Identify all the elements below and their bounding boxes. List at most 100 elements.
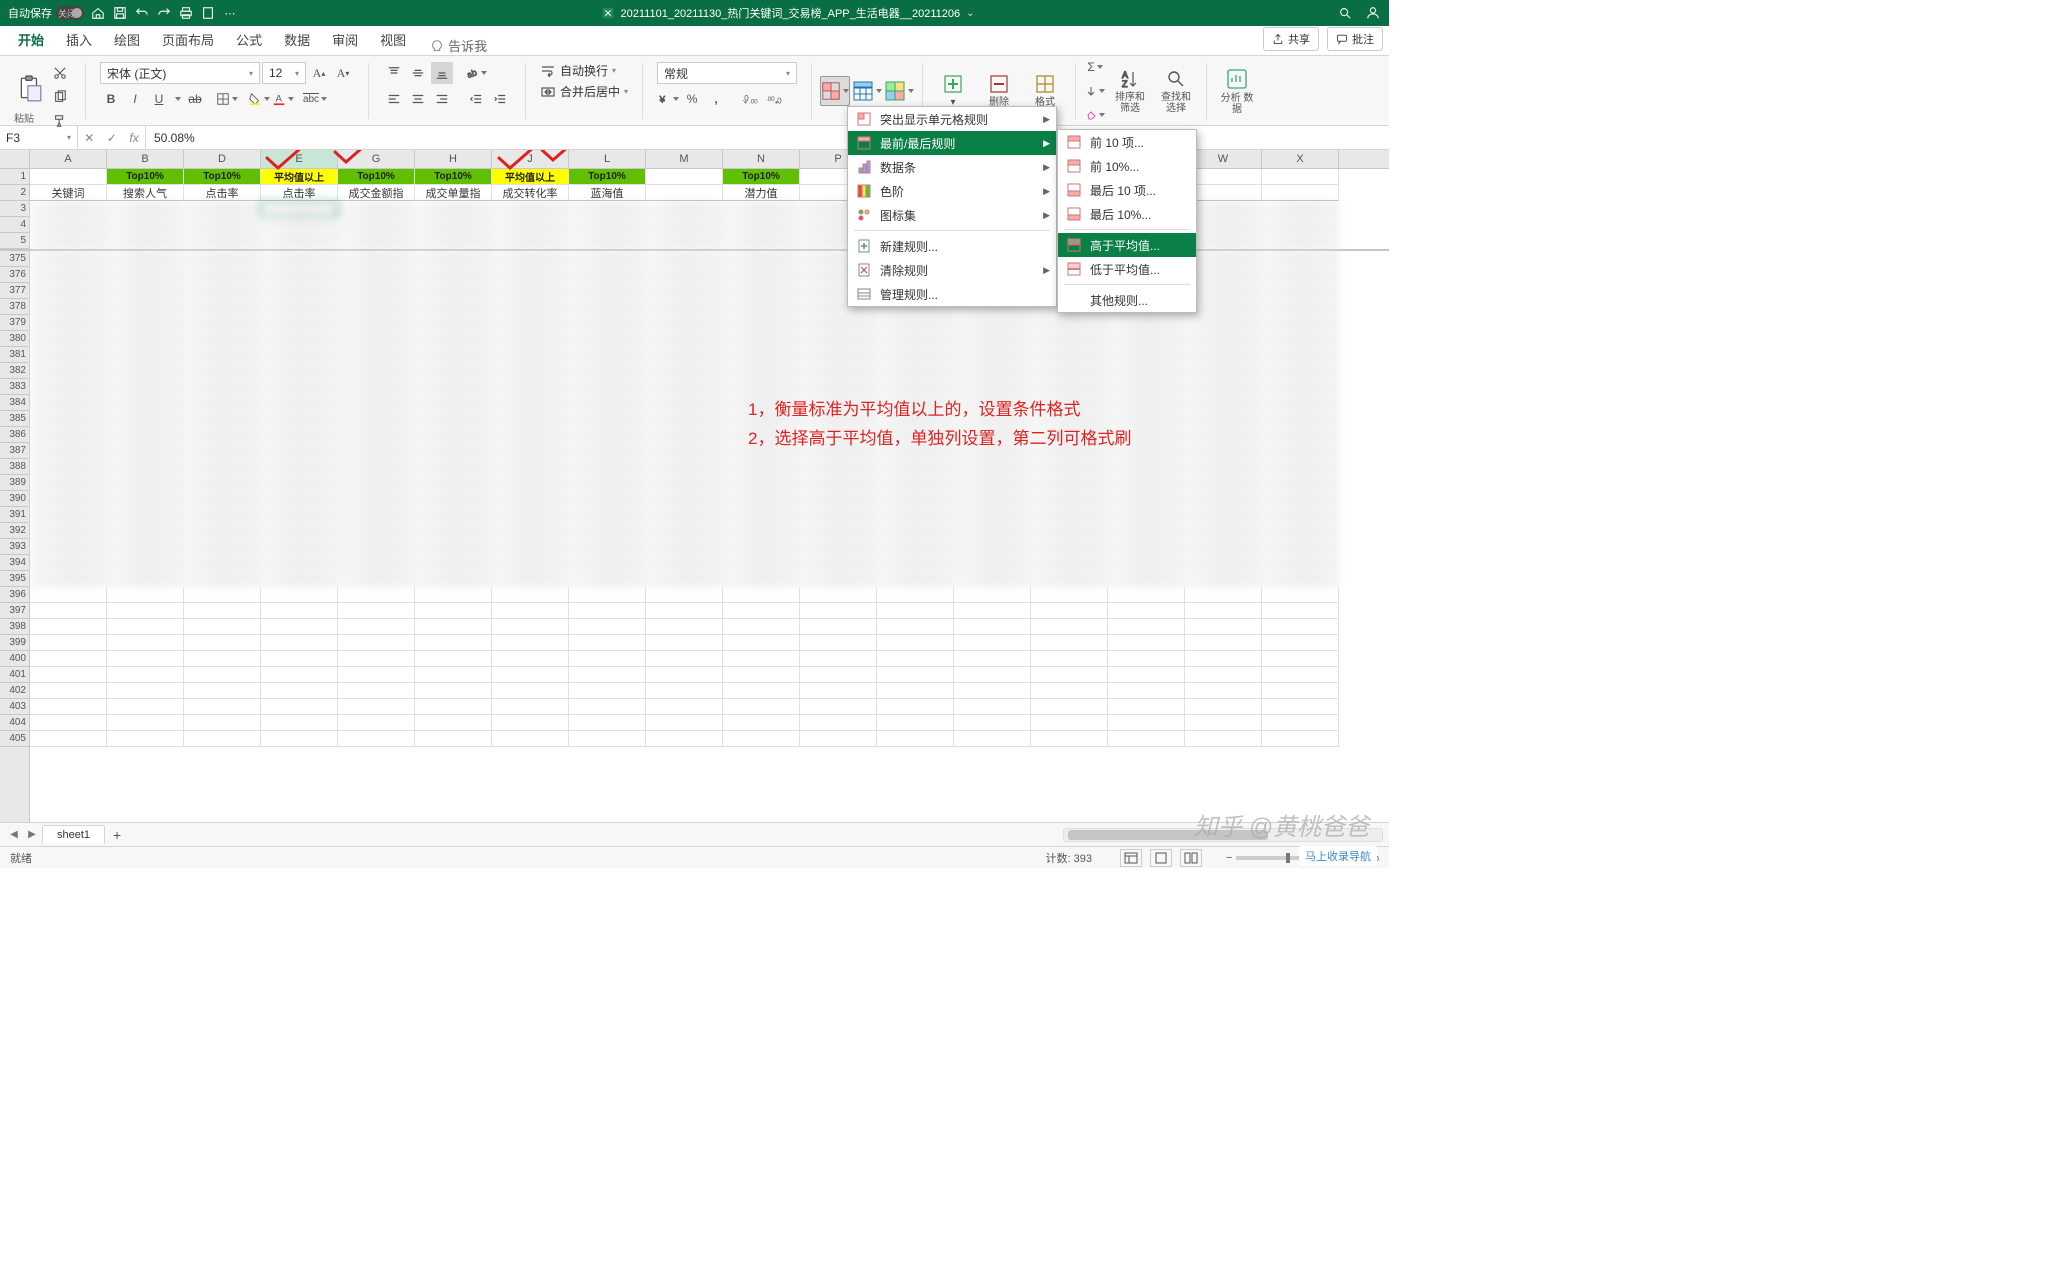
cell[interactable] bbox=[1262, 523, 1339, 539]
cell[interactable]: 潜力值 bbox=[723, 185, 800, 201]
row-header[interactable]: 2 bbox=[0, 185, 29, 201]
menu-item[interactable]: 管理规则... bbox=[848, 282, 1056, 306]
cell[interactable] bbox=[338, 251, 415, 267]
cell[interactable] bbox=[261, 251, 338, 267]
cell[interactable] bbox=[107, 411, 184, 427]
cell[interactable] bbox=[30, 507, 107, 523]
col-header[interactable]: D bbox=[184, 150, 261, 168]
comment-button[interactable]: 批注 bbox=[1327, 27, 1383, 51]
cell[interactable] bbox=[261, 347, 338, 363]
menu-item[interactable]: 图标集▶ bbox=[848, 203, 1056, 227]
cell[interactable] bbox=[1031, 731, 1108, 747]
cell[interactable] bbox=[800, 715, 877, 731]
paste-button[interactable] bbox=[14, 70, 46, 108]
cell[interactable] bbox=[261, 555, 338, 571]
cell[interactable] bbox=[646, 363, 723, 379]
cell[interactable] bbox=[954, 347, 1031, 363]
cell[interactable] bbox=[569, 715, 646, 731]
cell[interactable] bbox=[723, 299, 800, 315]
cell[interactable] bbox=[723, 651, 800, 667]
cell[interactable] bbox=[1262, 347, 1339, 363]
menu-item[interactable]: 最后 10 项... bbox=[1058, 178, 1196, 202]
cell[interactable] bbox=[954, 363, 1031, 379]
cell[interactable] bbox=[338, 619, 415, 635]
cell[interactable] bbox=[723, 731, 800, 747]
cell[interactable] bbox=[723, 347, 800, 363]
row-header[interactable]: 376 bbox=[0, 267, 29, 283]
copy-icon[interactable] bbox=[49, 86, 71, 108]
cell[interactable] bbox=[261, 491, 338, 507]
cell[interactable]: 平均值以上 bbox=[492, 169, 569, 185]
strike-icon[interactable]: ab bbox=[184, 88, 206, 110]
cell[interactable] bbox=[954, 555, 1031, 571]
cell[interactable] bbox=[1262, 619, 1339, 635]
cell[interactable] bbox=[646, 185, 723, 201]
cell[interactable]: 搜索人气 bbox=[107, 185, 184, 201]
cell[interactable] bbox=[415, 603, 492, 619]
cell[interactable] bbox=[569, 395, 646, 411]
menu-item[interactable]: 其他规则... bbox=[1058, 288, 1196, 312]
cell[interactable] bbox=[415, 555, 492, 571]
cell[interactable] bbox=[1262, 299, 1339, 315]
cell[interactable] bbox=[1262, 443, 1339, 459]
cell[interactable] bbox=[338, 731, 415, 747]
cell[interactable] bbox=[1108, 315, 1185, 331]
cell[interactable] bbox=[30, 217, 107, 233]
number-format-select[interactable]: 常规▾ bbox=[657, 62, 797, 84]
cell[interactable] bbox=[1108, 459, 1185, 475]
cell[interactable] bbox=[646, 587, 723, 603]
cell[interactable] bbox=[569, 217, 646, 233]
cell[interactable] bbox=[646, 603, 723, 619]
cell[interactable] bbox=[30, 715, 107, 731]
cell[interactable] bbox=[1031, 571, 1108, 587]
cell[interactable] bbox=[1185, 683, 1262, 699]
cell[interactable] bbox=[415, 331, 492, 347]
cell[interactable] bbox=[261, 635, 338, 651]
cell[interactable] bbox=[877, 731, 954, 747]
cell[interactable]: Top10% bbox=[107, 169, 184, 185]
fill-color-icon[interactable] bbox=[248, 88, 270, 110]
cell[interactable] bbox=[954, 539, 1031, 555]
row-header[interactable]: 386 bbox=[0, 427, 29, 443]
cell[interactable] bbox=[646, 715, 723, 731]
align-top-icon[interactable] bbox=[383, 62, 405, 84]
cell[interactable] bbox=[646, 201, 723, 217]
cell[interactable] bbox=[1262, 459, 1339, 475]
cell[interactable] bbox=[107, 395, 184, 411]
cell[interactable] bbox=[1108, 603, 1185, 619]
cell[interactable] bbox=[646, 379, 723, 395]
cell[interactable] bbox=[954, 507, 1031, 523]
cell[interactable] bbox=[261, 731, 338, 747]
row-header[interactable]: 394 bbox=[0, 555, 29, 571]
cell[interactable] bbox=[646, 555, 723, 571]
decimal-decrease-icon[interactable]: .00.0 bbox=[763, 88, 785, 110]
cell[interactable] bbox=[569, 651, 646, 667]
cell[interactable] bbox=[723, 217, 800, 233]
cell[interactable] bbox=[261, 217, 338, 233]
cell[interactable] bbox=[261, 651, 338, 667]
cell[interactable] bbox=[877, 683, 954, 699]
cell[interactable] bbox=[1262, 169, 1339, 185]
cell[interactable] bbox=[646, 475, 723, 491]
cell[interactable] bbox=[492, 267, 569, 283]
cell-styles-button[interactable] bbox=[884, 76, 914, 106]
cell[interactable] bbox=[800, 363, 877, 379]
cell[interactable] bbox=[1031, 475, 1108, 491]
cell[interactable] bbox=[492, 651, 569, 667]
col-header[interactable]: B bbox=[107, 150, 184, 168]
cell[interactable] bbox=[1185, 347, 1262, 363]
fill-icon[interactable] bbox=[1084, 80, 1106, 102]
cell[interactable] bbox=[107, 539, 184, 555]
cell[interactable] bbox=[1185, 507, 1262, 523]
cell[interactable] bbox=[184, 619, 261, 635]
cell[interactable] bbox=[800, 459, 877, 475]
cell[interactable] bbox=[1031, 555, 1108, 571]
cell[interactable] bbox=[338, 539, 415, 555]
cell[interactable] bbox=[954, 715, 1031, 731]
cell[interactable] bbox=[954, 731, 1031, 747]
cell[interactable] bbox=[569, 459, 646, 475]
cell[interactable] bbox=[492, 251, 569, 267]
cell[interactable] bbox=[723, 683, 800, 699]
cell[interactable] bbox=[415, 315, 492, 331]
cell[interactable] bbox=[1031, 619, 1108, 635]
